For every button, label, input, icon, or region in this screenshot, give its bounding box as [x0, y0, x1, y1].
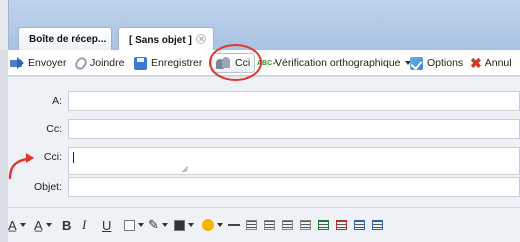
- align-right-button[interactable]: [282, 217, 293, 233]
- paperclip-icon: [73, 54, 89, 72]
- spellcheck-label: Vérification orthographique: [275, 57, 401, 69]
- align-right-icon: [282, 220, 293, 230]
- align-left-button[interactable]: [246, 217, 257, 233]
- underline-button[interactable]: U: [102, 217, 111, 233]
- bcc-field[interactable]: [68, 147, 520, 175]
- chevron-down-icon: [138, 223, 144, 227]
- cc-row: Cc:: [8, 119, 520, 139]
- align-center-button[interactable]: [264, 217, 275, 233]
- font-icon: A̲: [8, 217, 17, 233]
- emoticon-button[interactable]: [202, 217, 223, 233]
- indent-icon: [336, 220, 347, 230]
- resize-handle-icon[interactable]: [181, 165, 188, 172]
- spellcheck-icon: ABC✓: [257, 59, 279, 67]
- link-icon: [174, 219, 185, 231]
- cc-field[interactable]: [68, 119, 520, 139]
- numbered-list-button[interactable]: [354, 217, 365, 233]
- to-row: A:: [8, 91, 520, 111]
- people-icon: [216, 56, 231, 70]
- subject-field[interactable]: [68, 177, 520, 197]
- chevron-down-icon: [19, 223, 26, 227]
- subject-row: Objet:: [8, 177, 520, 197]
- font-family-button[interactable]: A̲: [8, 217, 26, 233]
- font-size-icon: A̲: [34, 217, 43, 233]
- send-label: Envoyer: [28, 57, 67, 69]
- font-size-button[interactable]: A̲: [34, 217, 52, 233]
- text-color-button[interactable]: [124, 217, 144, 233]
- highlight-button[interactable]: ✎: [148, 217, 168, 233]
- outdent-button[interactable]: [318, 217, 329, 233]
- bullet-list-icon: [372, 220, 383, 230]
- bold-label: B: [62, 217, 72, 233]
- align-center-icon: [264, 220, 275, 230]
- options-label: Options: [427, 57, 464, 69]
- text-color-icon: [124, 219, 135, 231]
- compose-toolbar: Envoyer Joindre Enregistrer Cci ABC✓ Véri…: [8, 50, 520, 76]
- bullet-list-button[interactable]: [372, 217, 383, 233]
- send-button[interactable]: Envoyer: [10, 54, 67, 72]
- close-icon: ✖: [470, 55, 482, 71]
- horizontal-rule-button[interactable]: [228, 217, 240, 233]
- outdent-icon: [318, 220, 329, 230]
- close-tab-icon[interactable]: [195, 34, 206, 44]
- horizontal-rule-icon: [228, 224, 240, 226]
- options-button[interactable]: Options: [410, 54, 463, 72]
- chevron-down-icon: [217, 223, 223, 227]
- cc-label: Cc:: [46, 123, 62, 135]
- attach-label: Joindre: [90, 57, 125, 69]
- attach-button[interactable]: Joindre: [73, 54, 125, 72]
- chevron-down-icon: [188, 223, 194, 227]
- cancel-label: Annul: [484, 57, 512, 69]
- justify-button[interactable]: [300, 217, 311, 233]
- indent-button[interactable]: [336, 217, 347, 233]
- tab-inbox-label: Boîte de récep...: [29, 34, 107, 45]
- justify-icon: [300, 220, 311, 230]
- to-label: A:: [52, 95, 62, 107]
- to-field[interactable]: [68, 91, 520, 111]
- bcc-button[interactable]: Cci: [211, 53, 256, 73]
- bcc-row: Cci:: [8, 147, 520, 177]
- align-left-icon: [246, 220, 257, 230]
- bcc-label: Cci: [235, 57, 251, 69]
- spellcheck-button[interactable]: ABC✓ Vérification orthographique: [257, 54, 411, 72]
- numbered-list-icon: [354, 220, 365, 230]
- insert-link-button[interactable]: [174, 217, 194, 233]
- send-icon: [10, 57, 24, 69]
- subject-label: Objet:: [33, 181, 62, 193]
- save-button[interactable]: Enregistrer: [134, 54, 202, 72]
- format-toolbar: A̲ A̲ B I U ✎: [8, 207, 520, 242]
- underline-label: U: [102, 217, 112, 233]
- chevron-down-icon: [161, 223, 168, 227]
- tab-inbox[interactable]: Boîte de récep...: [18, 27, 112, 50]
- italic-label: I: [82, 217, 87, 232]
- compose-form: A: Cc: Cci: Objet:: [8, 77, 520, 207]
- highlighter-icon: ✎: [148, 217, 159, 232]
- options-icon: [410, 56, 423, 70]
- italic-button[interactable]: I: [82, 217, 86, 233]
- cancel-button[interactable]: ✖ Annul: [470, 54, 512, 72]
- bold-button[interactable]: B: [62, 217, 71, 233]
- save-label: Enregistrer: [151, 57, 203, 69]
- smiley-icon: [202, 219, 214, 231]
- bcc-field-label: Cci:: [43, 151, 62, 163]
- tab-compose[interactable]: [ Sans objet ]: [118, 27, 214, 50]
- text-cursor: [73, 152, 74, 163]
- chevron-down-icon: [45, 223, 52, 227]
- tab-compose-label: [ Sans objet ]: [129, 35, 192, 46]
- save-icon: [134, 56, 147, 70]
